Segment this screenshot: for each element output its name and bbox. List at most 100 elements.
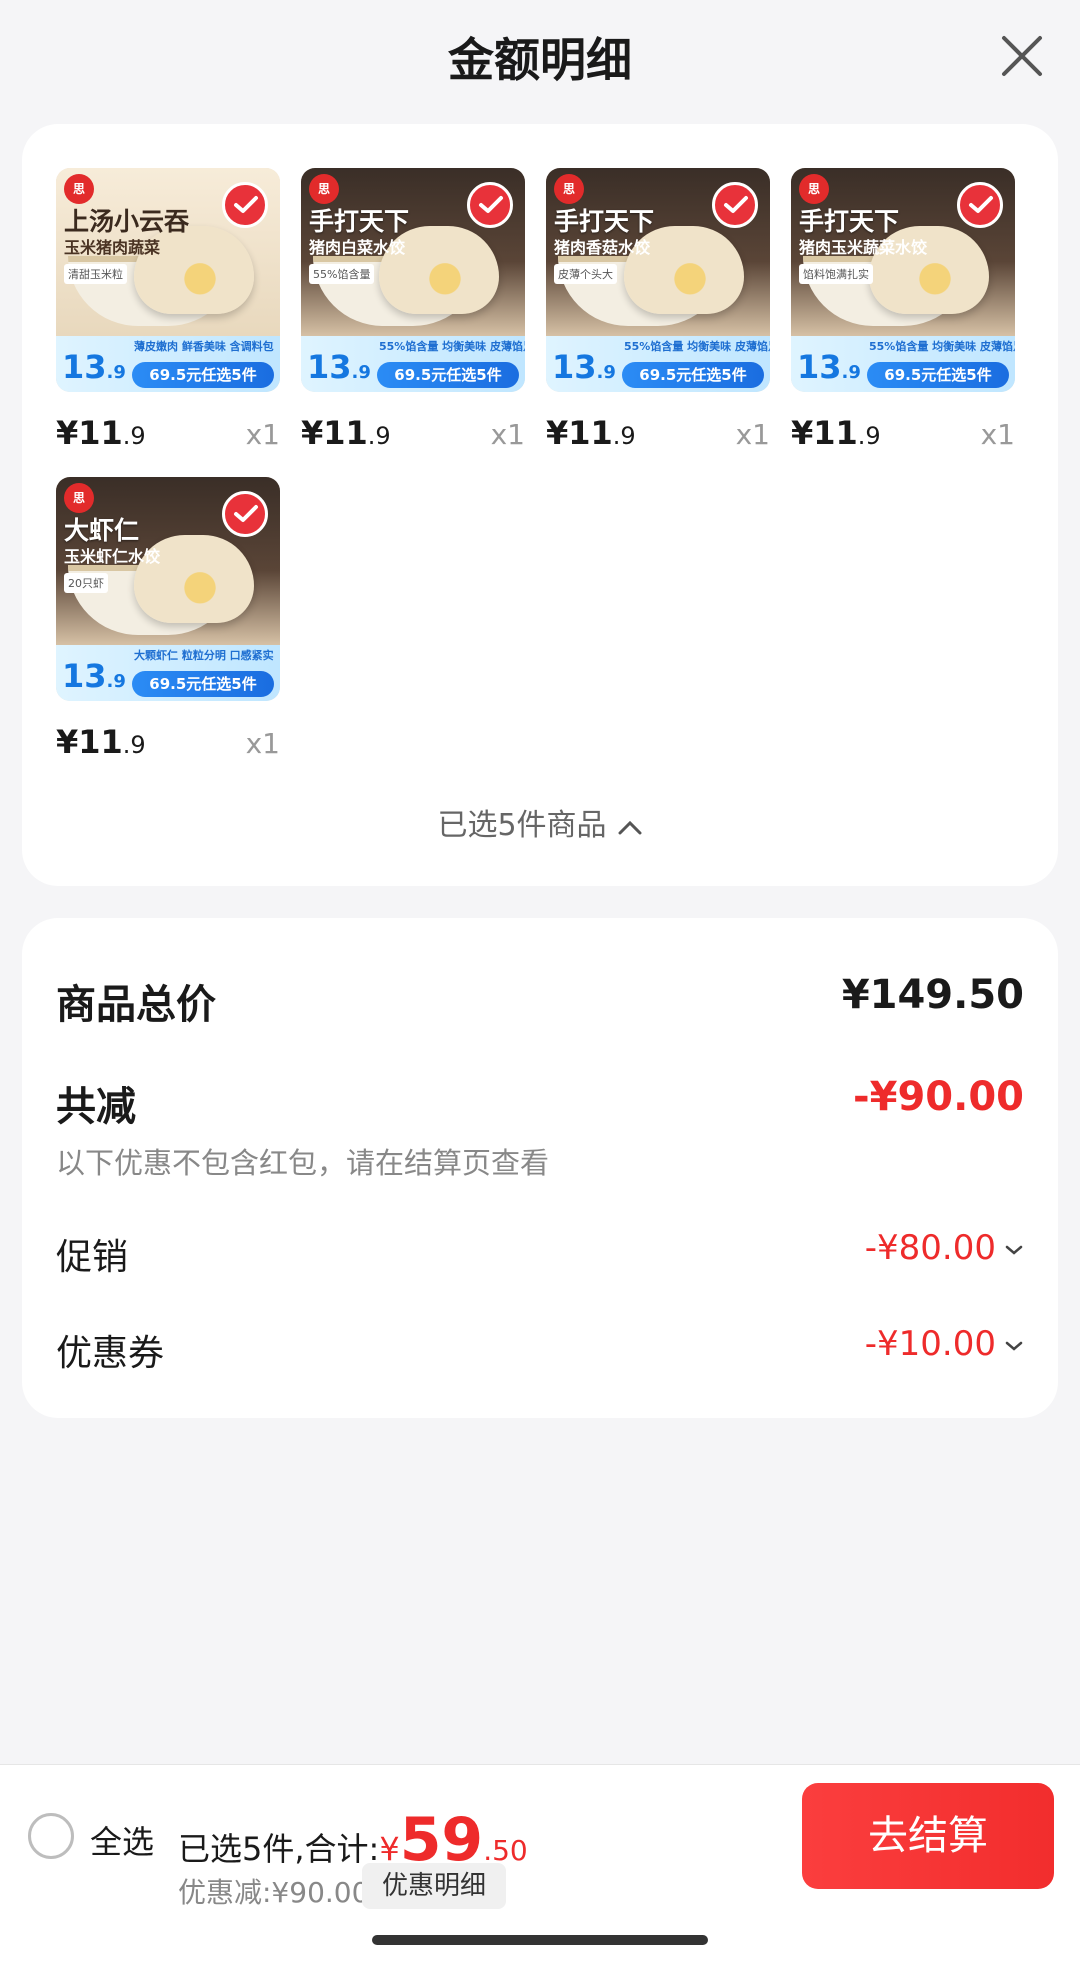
selected-check-icon[interactable] [712,182,758,228]
checkout-button[interactable]: 去结算 [802,1783,1054,1889]
estimated-price-frac: .9 [106,671,126,692]
promo-banner: 55%馅含量 均衡美味 皮薄馅足 13.9 69.5元任选5件 [546,336,770,392]
promo-banner: 薄皮嫩肉 鲜香美味 含调料包 13.9 69.5元任选5件 [56,336,280,392]
product-price-int: ¥11 [546,414,613,452]
product-item[interactable]: 思手打天下 猪肉白菜水饺 55%馅含量 55%馅含量 均衡美味 皮薄馅足 13.9 69.… [301,168,525,452]
promo-banner: 大颗虾仁 粒粒分明 口感紧实 13.9 69.5元任选5件 [56,645,280,701]
product-price: ¥11.9 [791,414,881,452]
reduce-label: 共减 [56,1084,136,1130]
product-tag: 皮薄个头大 [554,264,617,284]
product-features: 55%馅含量 均衡美味 皮薄馅足 [379,340,525,353]
product-price-int: ¥11 [56,723,123,761]
product-price-frac: .9 [122,731,146,759]
summary-card: 商品总价 ¥149.50 共减 -¥90.00 以下优惠不包含红包，请在结算页查… [22,918,1058,1418]
brand-logo: 思 [554,174,584,204]
product-image[interactable]: 思手打天下 猪肉玉米蔬菜水饺 馅料饱满扎实 55%馅含量 均衡美味 皮薄馅足 13.9 6… [791,168,1015,392]
product-tag: 55%馅含量 [309,264,375,284]
product-features: 大颗虾仁 粒粒分明 口感紧实 [134,649,274,662]
promo-label: 促销 [56,1237,129,1278]
total-label: 商品总价 [56,982,216,1028]
product-tag: 馅料饱满扎实 [799,264,873,284]
discount-amount: 优惠减:¥90.00 [178,1876,370,1909]
close-icon[interactable] [992,26,1052,86]
selected-check-icon[interactable] [222,182,268,228]
promo-banner: 55%馅含量 均衡美味 皮薄馅足 13.9 69.5元任选5件 [791,336,1015,392]
promo-pill: 69.5元任选5件 [622,362,764,388]
coupon-row[interactable]: 优惠券 -¥10.00 [56,1324,1024,1374]
selected-check-icon[interactable] [467,182,513,228]
product-item[interactable]: 思上汤小云吞 玉米猪肉蔬菜 清甜玉米粒 薄皮嫩肉 鲜香美味 含调料包 13.9 69.5元… [56,168,280,452]
product-price-int: ¥11 [301,414,368,452]
discount-note: 以下优惠不包含红包，请在结算页查看 [56,1146,550,1180]
product-image[interactable]: 思大虾仁 玉米虾仁水饺 20只虾 大颗虾仁 粒粒分明 口感紧实 13.9 69.5元任选5… [56,477,280,701]
product-item[interactable]: 思手打天下 猪肉玉米蔬菜水饺 馅料饱满扎实 55%馅含量 均衡美味 皮薄馅足 13.9 6… [791,168,1015,452]
reduce-row: 共减 -¥90.00 [56,1074,1024,1130]
product-qty: x1 [735,418,770,451]
promo-pill: 69.5元任选5件 [377,362,519,388]
selected-count-toggle[interactable]: 已选5件商品 [22,800,1058,844]
product-title: 手打天下 [554,207,655,236]
product-subtitle: 玉米猪肉蔬菜 [64,238,161,257]
product-image[interactable]: 思手打天下 猪肉白菜水饺 55%馅含量 55%馅含量 均衡美味 皮薄馅足 13.9 69.… [301,168,525,392]
total-value: ¥149.50 [841,972,1024,1018]
estimated-price-int: 13 [62,348,107,386]
price-row: ¥11.9 x1 [546,414,770,454]
product-tag: 20只虾 [64,573,108,593]
product-subtitle: 猪肉白菜水饺 [309,238,406,257]
brand-logo: 思 [309,174,339,204]
product-item[interactable]: 思大虾仁 玉米虾仁水饺 20只虾 大颗虾仁 粒粒分明 口感紧实 13.9 69.5元任选5… [56,477,280,761]
product-features: 55%馅含量 均衡美味 皮薄馅足 [624,340,770,353]
product-subtitle: 玉米虾仁水饺 [64,547,161,566]
product-price-frac: .9 [367,422,391,450]
home-indicator [372,1935,708,1945]
estimated-price: 13.9 [552,348,616,386]
product-price: ¥11.9 [546,414,636,452]
estimated-price-frac: .9 [106,362,126,383]
selected-check-icon[interactable] [222,491,268,537]
product-price: ¥11.9 [301,414,391,452]
selected-check-icon[interactable] [957,182,1003,228]
chevron-down-icon [1004,1242,1024,1261]
estimated-price-int: 13 [62,657,107,695]
estimated-price: 13.9 [62,348,126,386]
promo-row[interactable]: 促销 -¥80.00 [56,1228,1024,1278]
product-qty: x1 [245,727,280,760]
select-all-label[interactable]: 全选 [90,1817,154,1863]
product-image[interactable]: 思手打天下 猪肉香菇水饺 皮薄个头大 55%馅含量 均衡美味 皮薄馅足 13.9 69.5… [546,168,770,392]
estimated-price-frac: .9 [841,362,861,383]
estimated-price: 13.9 [62,657,126,695]
product-qty: x1 [245,418,280,451]
selected-count-label: 已选5件商品 [437,808,607,843]
chevron-down-icon [1004,1338,1024,1357]
product-features: 薄皮嫩肉 鲜香美味 含调料包 [134,340,274,353]
estimated-price-frac: .9 [596,362,616,383]
product-title: 大虾仁 [64,516,140,545]
product-features: 55%馅含量 均衡美味 皮薄馅足 [869,340,1015,353]
promo-banner: 55%馅含量 均衡美味 皮薄馅足 13.9 69.5元任选5件 [301,336,525,392]
header: 金额明细 [0,0,1080,115]
product-price-int: ¥11 [56,414,123,452]
product-qty: x1 [490,418,525,451]
select-all-radio[interactable] [28,1813,74,1859]
brand-logo: 思 [64,174,94,204]
estimated-price-frac: .9 [351,362,371,383]
product-price: ¥11.9 [56,414,146,452]
estimated-price-int: 13 [552,348,597,386]
total-row: 商品总价 ¥149.50 [56,972,1024,1028]
price-row: ¥11.9 x1 [56,723,280,763]
product-item[interactable]: 思手打天下 猪肉香菇水饺 皮薄个头大 55%馅含量 均衡美味 皮薄馅足 13.9 69.5… [546,168,770,452]
promo-value: -¥80.00 [864,1228,996,1268]
product-image[interactable]: 思上汤小云吞 玉米猪肉蔬菜 清甜玉米粒 薄皮嫩肉 鲜香美味 含调料包 13.9 69.5元… [56,168,280,392]
chevron-up-icon [617,809,643,844]
estimated-price-int: 13 [307,348,352,386]
discount-detail-button[interactable]: 优惠明细 [362,1863,506,1909]
product-price: ¥11.9 [56,723,146,761]
product-price-frac: .9 [612,422,636,450]
estimated-price: 13.9 [797,348,861,386]
selection-summary-label: 已选5件,合计: [178,1830,380,1868]
product-qty: x1 [980,418,1015,451]
price-row: ¥11.9 x1 [791,414,1015,454]
product-tag: 清甜玉米粒 [64,264,127,284]
estimated-price: 13.9 [307,348,371,386]
reduce-value: -¥90.00 [853,1074,1024,1120]
